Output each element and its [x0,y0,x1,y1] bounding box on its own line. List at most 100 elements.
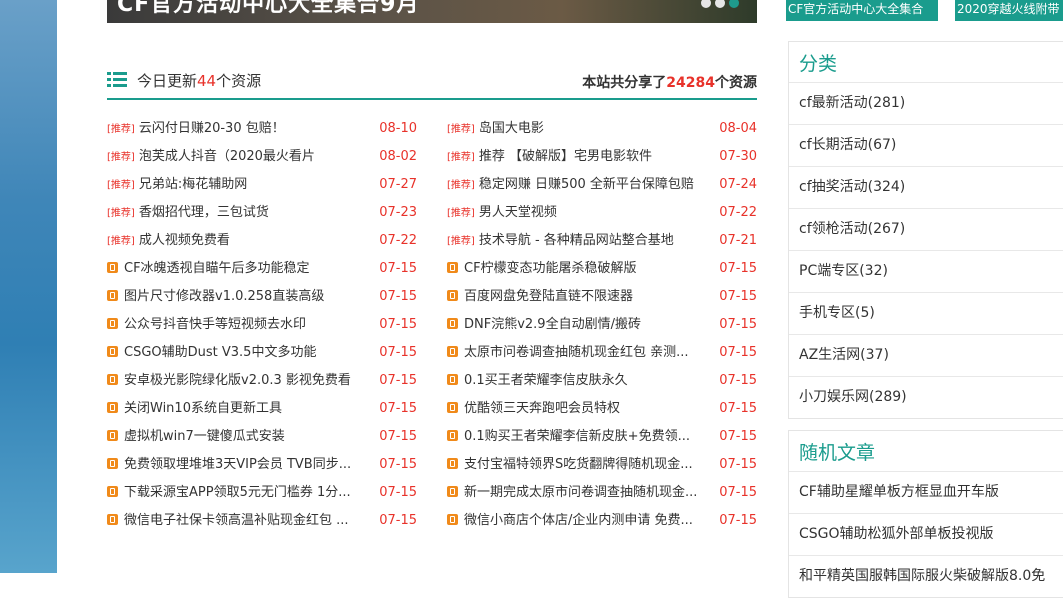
article-title-link[interactable]: 百度网盘免登陆直链不限速器 [464,283,633,311]
article-title-link[interactable]: 兄弟站:梅花辅助网 [139,171,247,199]
list-item[interactable]: 0.1购买王者荣耀李信新皮肤+免费领... 07-15 [447,423,757,451]
article-title-link[interactable]: 成人视频免费看 [139,227,230,255]
article-icon [107,486,118,497]
article-title-link[interactable]: 优酷领三天奔跑吧会员特权 [464,395,620,423]
article-title-link[interactable]: 安卓极光影院绿化版v2.0.3 影视免费看 [124,367,351,395]
article-title-link[interactable]: 图片尺寸修改器v1.0.258直装高级 [124,283,324,311]
article-title-link[interactable]: 关闭Win10系统自更新工具 [124,395,282,423]
article-date: 07-15 [379,513,417,528]
article-title-link[interactable]: 公众号抖音快手等短视频去水印 [124,311,306,339]
list-item[interactable]: [推荐] 兄弟站:梅花辅助网 07-27 [107,171,417,199]
list-item[interactable]: [推荐] 泡芙成人抖音（2020最火看片 08-02 [107,143,417,171]
list-item[interactable]: [推荐] 稳定网赚 日赚500 全新平台保障包赔 07-24 [447,171,757,199]
list-item[interactable]: [推荐] 岛国大电影 08-04 [447,115,757,143]
category-link[interactable]: cf最新活动(281) [789,82,1063,124]
article-title-link[interactable]: 稳定网赚 日赚500 全新平台保障包赔 [479,171,694,199]
list-item[interactable]: [推荐] 推荐 【破解版】宅男电影软件 07-30 [447,143,757,171]
list-item[interactable]: [推荐] 云闪付日赚20-30 包赔！ 08-10 [107,115,417,143]
list-item[interactable]: DNF浣熊v2.9全自动剧情/搬砖 07-15 [447,311,757,339]
list-item[interactable]: [推荐] 香烟招代理，三包试货 07-23 [107,199,417,227]
article-icon [107,402,118,413]
article-date: 07-15 [719,373,757,388]
article-date: 07-27 [379,177,417,192]
article-title-link[interactable]: 虚拟机win7一键傻瓜式安装 [124,423,285,451]
category-link[interactable]: AZ生活网(37) [789,334,1063,376]
list-item[interactable]: CF柠檬变态功能屠杀稳破解版 07-15 [447,255,757,283]
article-icon [107,262,118,273]
list-item[interactable]: 虚拟机win7一键傻瓜式安装 07-15 [107,423,417,451]
article-title-link[interactable]: DNF浣熊v2.9全自动剧情/搬砖 [464,311,641,339]
random-article-link[interactable]: 和平精英国服韩国际服火柴破解版8.0免 [789,555,1063,597]
category-link[interactable]: 小刀娱乐网(289) [789,376,1063,418]
list-item[interactable]: 新一期完成太原市问卷调查抽随机现金... 07-15 [447,479,757,507]
banner-title: CF官方活动中心大全集合9月 [117,0,420,17]
article-title-link[interactable]: 香烟招代理，三包试货 [139,199,269,227]
article-icon [447,318,458,329]
article-title-link[interactable]: 泡芙成人抖音（2020最火看片 [139,143,315,171]
slider-dot-active[interactable] [729,0,739,8]
article-title-link[interactable]: 男人天堂视频 [479,199,557,227]
article-title-link[interactable]: 太原市问卷调查抽随机现金红包 亲测... [464,339,689,367]
list-item[interactable]: 关闭Win10系统自更新工具 07-15 [107,395,417,423]
article-icon [107,458,118,469]
list-item[interactable]: 免费领取埋堆堆3天VIP会员 TVB同步... 07-15 [107,451,417,479]
recommend-tag: [推荐] [447,236,475,247]
article-date: 07-15 [379,401,417,416]
article-date: 07-30 [719,149,757,164]
article-title-link[interactable]: 新一期完成太原市问卷调查抽随机现金... [464,479,697,507]
article-icon [107,318,118,329]
list-item[interactable]: 优酷领三天奔跑吧会员特权 07-15 [447,395,757,423]
article-title-link[interactable]: 0.1买王者荣耀李信皮肤永久 [464,367,628,395]
list-item[interactable]: 0.1买王者荣耀李信皮肤永久 07-15 [447,367,757,395]
list-item[interactable]: CF冰魄透视自瞄午后多功能稳定 07-15 [107,255,417,283]
ad-banner-2020[interactable]: 2020穿越火线附带 [955,0,1063,21]
list-item[interactable]: 支付宝福特领界S吃货翻牌得随机现金... 07-15 [447,451,757,479]
article-icon [107,346,118,357]
article-title-link[interactable]: 微信小商店个体店/企业内测申请 免费... [464,507,693,535]
article-title-link[interactable]: 下载采源宝APP领取5元无门槛券 1分... [124,479,351,507]
banner-slider[interactable]: CF官方活动中心大全集合9月 [107,0,757,23]
list-item[interactable]: 百度网盘免登陆直链不限速器 07-15 [447,283,757,311]
article-title-link[interactable]: 技术导航 - 各种精品网站整合基地 [479,227,674,255]
article-title-link[interactable]: 支付宝福特领界S吃货翻牌得随机现金... [464,451,693,479]
article-icon [107,430,118,441]
category-link[interactable]: 手机专区(5) [789,292,1063,334]
slider-dot[interactable] [715,0,725,8]
list-item[interactable]: [推荐] 成人视频免费看 07-22 [107,227,417,255]
article-title-link[interactable]: CF柠檬变态功能屠杀稳破解版 [464,255,637,283]
article-date: 07-15 [719,485,757,500]
category-link[interactable]: PC端专区(32) [789,250,1063,292]
random-article-link[interactable]: CSGO辅助松狐外部单板投视版 [789,513,1063,555]
article-title-link[interactable]: 微信电子社保卡领高温补贴现金红包 ... [124,507,349,535]
article-title-link[interactable]: 0.1购买王者荣耀李信新皮肤+免费领... [464,423,690,451]
list-item[interactable]: [推荐] 技术导航 - 各种精品网站整合基地 07-21 [447,227,757,255]
random-article-link[interactable]: CF辅助星耀单板方框显血开车版 [789,471,1063,513]
category-link[interactable]: cf长期活动(67) [789,124,1063,166]
article-date: 07-15 [379,289,417,304]
list-item[interactable]: 微信电子社保卡领高温补贴现金红包 ... 07-15 [107,507,417,535]
recommend-tag: [推荐] [447,180,475,191]
list-item[interactable]: 太原市问卷调查抽随机现金红包 亲测... 07-15 [447,339,757,367]
article-title-link[interactable]: CSGO辅助Dust V3.5中文多功能 [124,339,316,367]
article-title-link[interactable]: 云闪付日赚20-30 包赔！ [139,115,285,143]
article-title-link[interactable]: CF冰魄透视自瞄午后多功能稳定 [124,255,310,283]
recommend-tag: [推荐] [107,208,135,219]
ad-banner-cf-activity[interactable]: CF官方活动中心大全集合 [786,0,938,21]
list-item[interactable]: [推荐] 男人天堂视频 07-22 [447,199,757,227]
slider-dot[interactable] [701,0,711,8]
article-title-link[interactable]: 免费领取埋堆堆3天VIP会员 TVB同步... [124,451,351,479]
list-item[interactable]: 图片尺寸修改器v1.0.258直装高级 07-15 [107,283,417,311]
article-title-link[interactable]: 岛国大电影 [479,115,544,143]
article-icon [447,486,458,497]
list-item[interactable]: 微信小商店个体店/企业内测申请 免费... 07-15 [447,507,757,535]
article-icon [107,374,118,385]
list-item[interactable]: CSGO辅助Dust V3.5中文多功能 07-15 [107,339,417,367]
list-item[interactable]: 公众号抖音快手等短视频去水印 07-15 [107,311,417,339]
slider-dots [701,0,739,8]
list-item[interactable]: 下载采源宝APP领取5元无门槛券 1分... 07-15 [107,479,417,507]
list-item[interactable]: 安卓极光影院绿化版v2.0.3 影视免费看 07-15 [107,367,417,395]
category-link[interactable]: cf抽奖活动(324) [789,166,1063,208]
category-link[interactable]: cf领枪活动(267) [789,208,1063,250]
recommend-tag: [推荐] [447,124,475,135]
article-title-link[interactable]: 推荐 【破解版】宅男电影软件 [479,143,652,171]
